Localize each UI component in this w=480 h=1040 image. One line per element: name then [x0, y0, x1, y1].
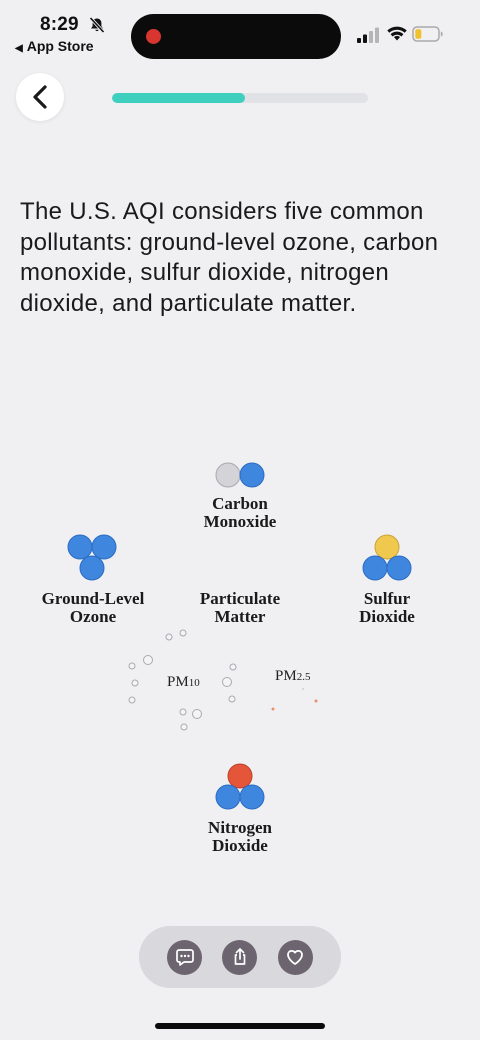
- carbon-monoxide-line2: Monoxide: [203, 512, 277, 531]
- nitrogen-line2: Dioxide: [212, 836, 268, 855]
- pm25-label: PM2.5: [275, 668, 310, 685]
- comment-button[interactable]: [167, 939, 203, 975]
- home-indicator[interactable]: [155, 1023, 325, 1029]
- dynamic-island: [131, 14, 341, 59]
- status-time: 8:29: [40, 14, 79, 35]
- chat-icon: [175, 949, 194, 966]
- chevron-left-icon: [33, 85, 47, 109]
- pollutants-diagram: Carbon Monoxide Ground-Level Ozone Parti…: [0, 430, 480, 870]
- sulfur-line2: Dioxide: [359, 607, 415, 626]
- particulate-line1: Particulate: [199, 589, 281, 608]
- back-triangle-icon: ◀: [15, 43, 23, 54]
- sulfur-line1: Sulfur: [363, 589, 411, 608]
- recording-indicator-icon: [146, 29, 161, 44]
- ground-level-ozone-label: Ground-Level Ozone: [13, 590, 173, 626]
- back-to-app-store[interactable]: ◀ App Store: [15, 38, 94, 54]
- battery-low-icon: [412, 26, 443, 42]
- sulfur-dioxide-molecule-icon: [362, 534, 412, 581]
- particulate-line2: Matter: [214, 607, 266, 626]
- pm10-label: PM10: [167, 674, 200, 691]
- pm10-text: PM: [167, 674, 189, 690]
- ozone-line1: Ground-Level: [41, 589, 145, 608]
- wifi-icon: [387, 26, 407, 41]
- progress-fill: [112, 93, 246, 103]
- action-bar: [139, 926, 341, 988]
- favorite-button[interactable]: [277, 939, 313, 975]
- share-button[interactable]: [222, 939, 258, 975]
- intro-text: The U.S. AQI considers five common pollu…: [20, 198, 439, 317]
- ozone-molecule-icon: [67, 534, 117, 581]
- particulate-matter-label: Particulate Matter: [160, 590, 320, 626]
- pm10-subscript: 10: [188, 677, 200, 689]
- sulfur-dioxide-label: Sulfur Dioxide: [307, 590, 467, 626]
- screen: 8:29 ◀App Store The U.S. AQI considers: [0, 0, 480, 1040]
- pm25-subscript: 2.5: [296, 671, 311, 683]
- heart-icon: [287, 949, 304, 965]
- back-button[interactable]: [16, 73, 64, 121]
- back-app-label: App Store: [26, 38, 94, 54]
- pm25-text: PM: [275, 668, 297, 684]
- signal-icon: [357, 27, 379, 43]
- carbon-monoxide-label: Carbon Monoxide: [160, 495, 320, 531]
- nitrogen-dioxide-label: Nitrogen Dioxide: [160, 819, 320, 855]
- carbon-monoxide-molecule-icon: [215, 462, 265, 488]
- lesson-progress-bar: [112, 93, 368, 103]
- ozone-line2: Ozone: [69, 607, 117, 626]
- carbon-monoxide-line1: Carbon: [212, 494, 268, 513]
- nitrogen-line1: Nitrogen: [208, 818, 272, 837]
- nitrogen-dioxide-molecule-icon: [215, 763, 265, 810]
- share-icon: [234, 948, 246, 965]
- bell-slash-icon: [89, 16, 105, 34]
